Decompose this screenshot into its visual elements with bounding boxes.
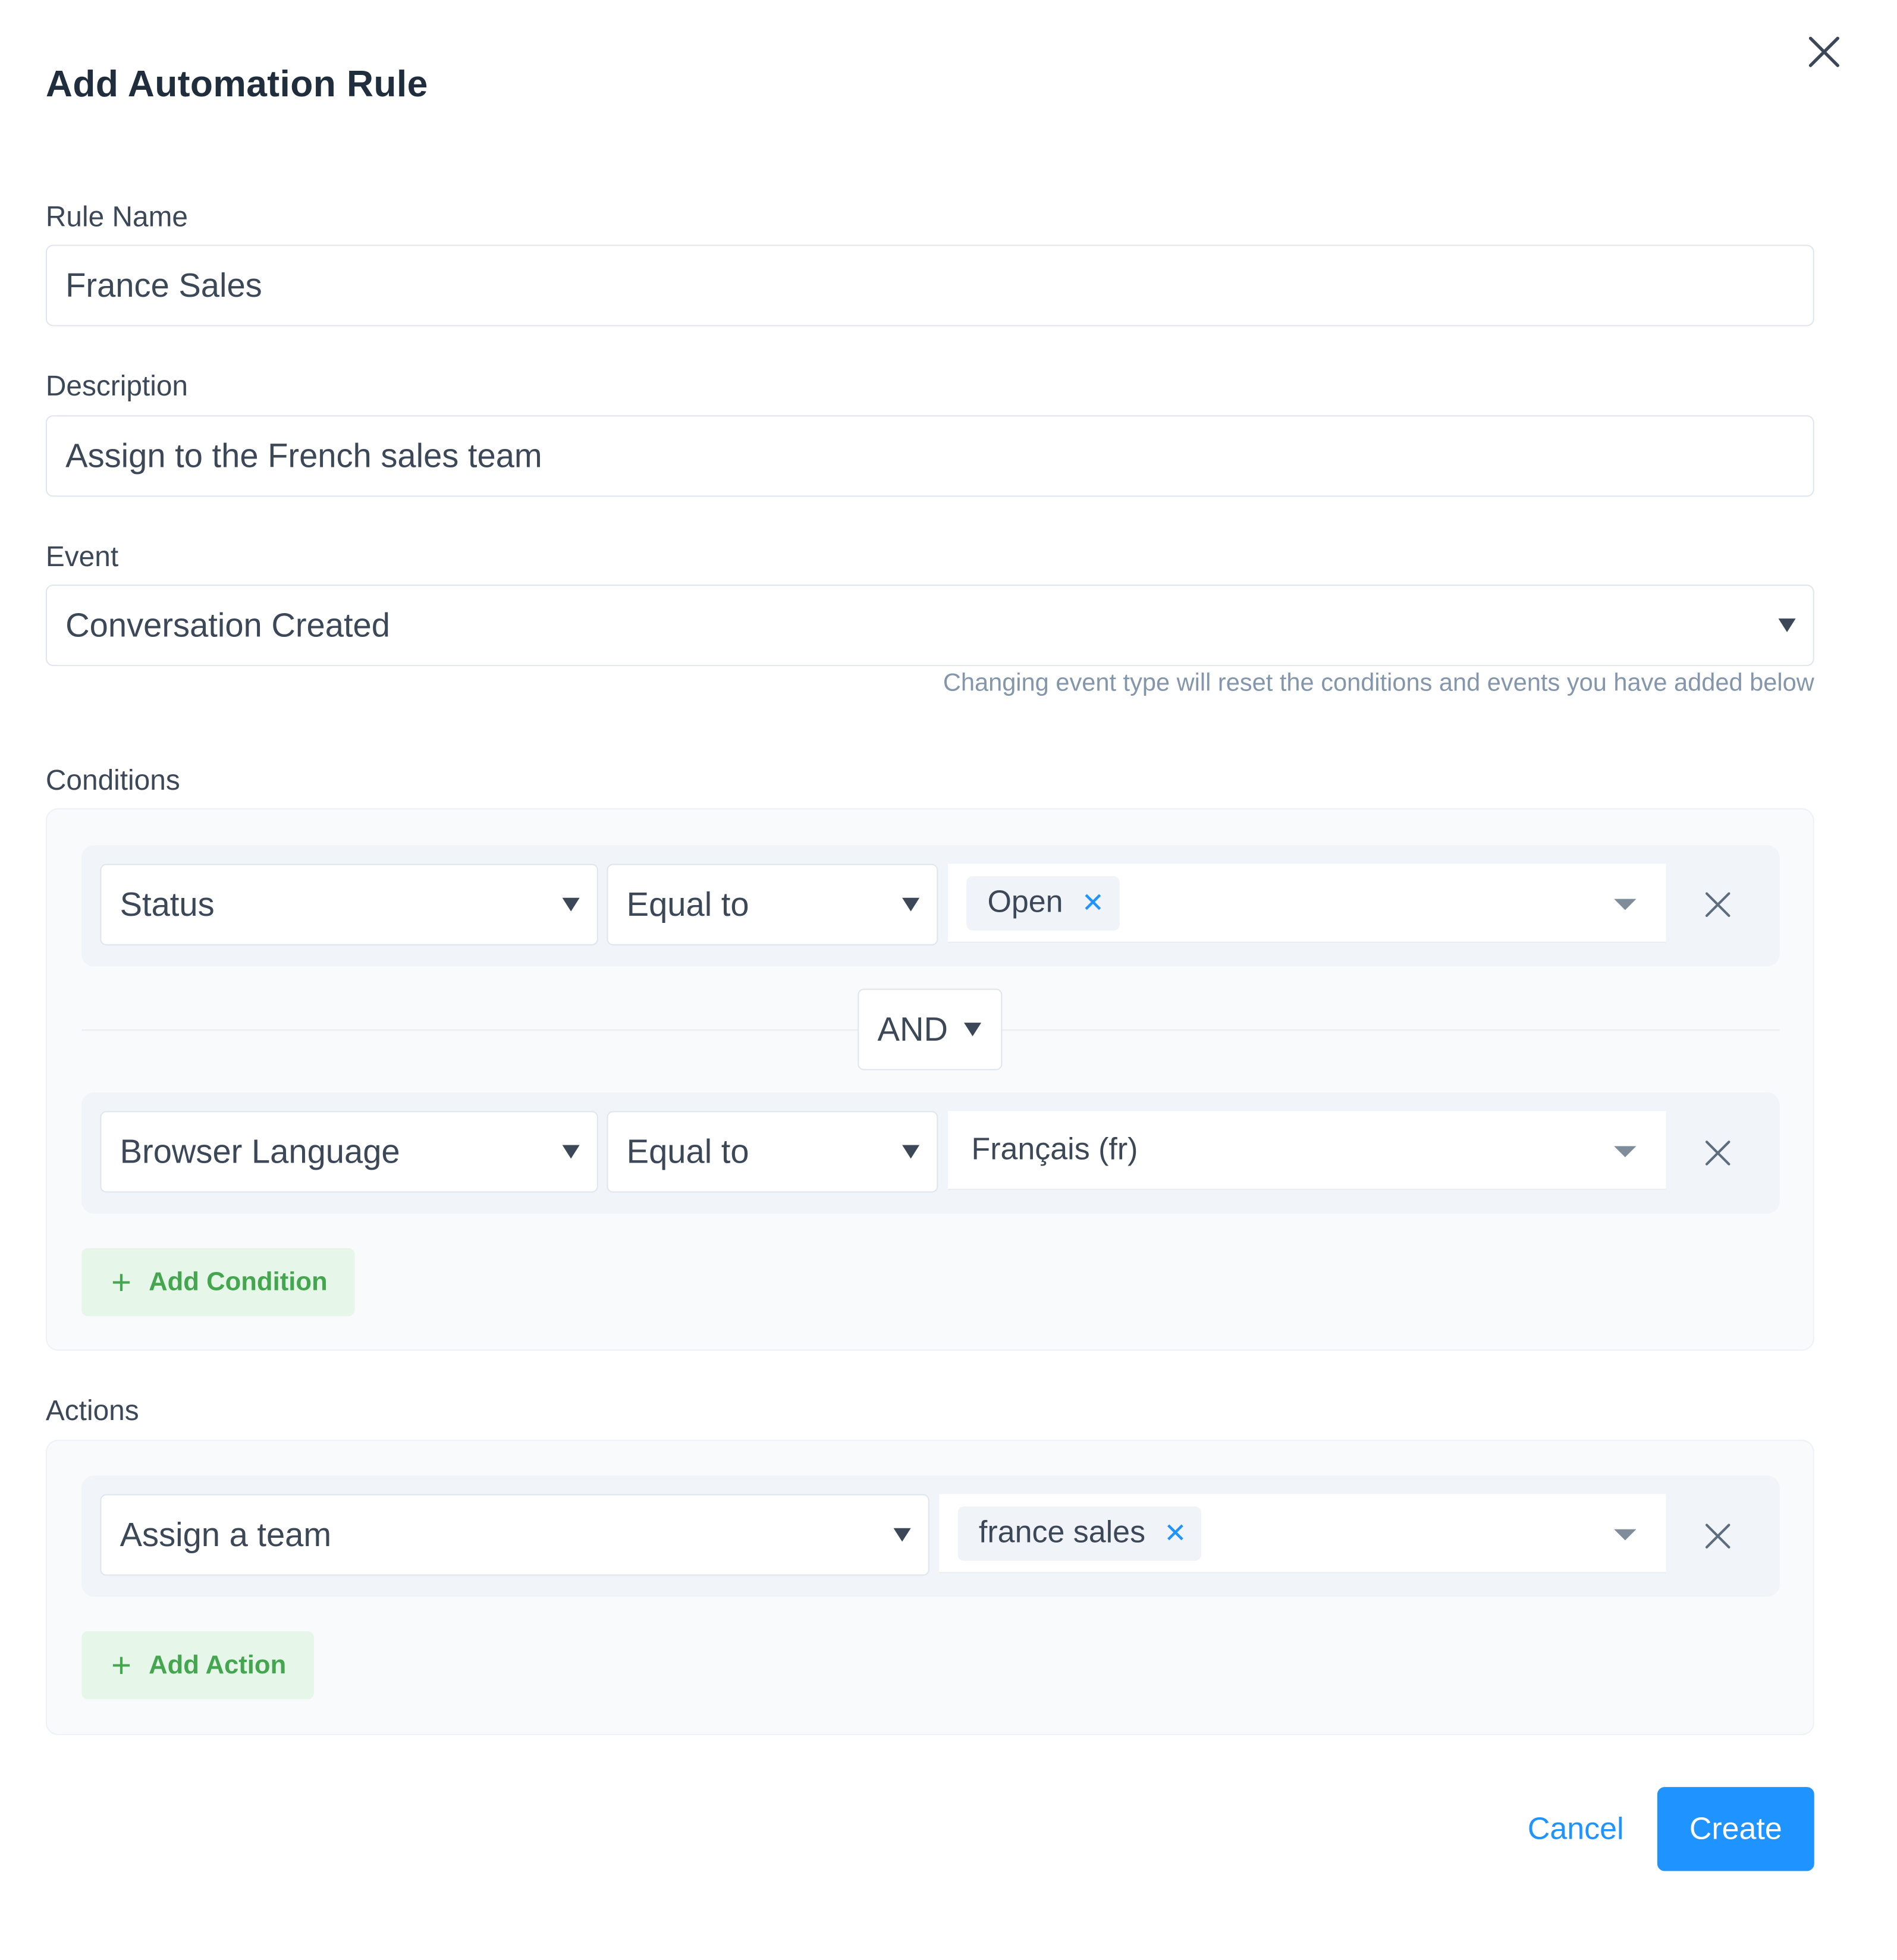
- description-label: Description: [45, 369, 188, 402]
- event-select-value: Conversation Created: [65, 606, 390, 643]
- caret-down-icon: [1614, 898, 1637, 910]
- caret-down-icon: [1614, 1528, 1637, 1540]
- caret-down-icon: [562, 897, 580, 912]
- add-action-label: Add Action: [149, 1650, 287, 1679]
- modal-title: Add Automation Rule: [45, 64, 428, 105]
- rule-name-label: Rule Name: [45, 200, 188, 233]
- caret-down-icon: [902, 897, 920, 912]
- action-type-value: Assign a team: [120, 1515, 332, 1553]
- condition-attribute-select[interactable]: Browser Language: [100, 1111, 598, 1193]
- condition-operator-select[interactable]: Equal to: [607, 863, 938, 946]
- tag-label: france sales: [978, 1515, 1146, 1550]
- event-label: Event: [45, 540, 119, 573]
- query-operator-select[interactable]: AND: [858, 988, 1003, 1070]
- caret-down-icon: [1778, 618, 1796, 632]
- action-value-multiselect[interactable]: france sales ✕: [939, 1494, 1666, 1573]
- cancel-button[interactable]: Cancel: [1507, 1788, 1644, 1870]
- caret-down-icon: [1614, 1145, 1637, 1157]
- event-select[interactable]: Conversation Created: [45, 584, 1814, 667]
- condition-value-select[interactable]: Français (fr): [947, 1111, 1666, 1191]
- close-icon[interactable]: [1803, 31, 1845, 73]
- tag-label: Open: [987, 884, 1063, 920]
- description-input[interactable]: [45, 415, 1814, 497]
- condition-attribute-value: Browser Language: [120, 1132, 400, 1170]
- caret-down-icon: [963, 1022, 982, 1036]
- create-button[interactable]: Create: [1657, 1787, 1814, 1871]
- plus-icon: +: [111, 1645, 132, 1684]
- add-action-button[interactable]: + Add Action: [81, 1631, 313, 1700]
- caret-down-icon: [562, 1145, 580, 1159]
- rule-name-input[interactable]: [45, 244, 1814, 326]
- condition-attribute-select[interactable]: Status: [100, 863, 598, 946]
- add-automation-rule-modal: Add Automation Rule Rule Name Descriptio…: [0, 0, 1897, 1960]
- caret-down-icon: [902, 1145, 920, 1159]
- condition-operator-value: Equal to: [626, 885, 749, 923]
- remove-condition-icon[interactable]: [1703, 1138, 1733, 1168]
- condition-operator-value: Equal to: [626, 1132, 749, 1170]
- condition-value: Français (fr): [971, 1132, 1138, 1167]
- tag-remove-icon[interactable]: ✕: [1164, 1517, 1186, 1549]
- conditions-label: Conditions: [45, 764, 180, 796]
- remove-condition-icon[interactable]: [1703, 890, 1733, 919]
- query-operator-value: AND: [877, 1010, 948, 1048]
- tag-remove-icon[interactable]: ✕: [1082, 887, 1104, 919]
- event-helper-text: Changing event type will reset the condi…: [943, 670, 1814, 698]
- condition-operator-select[interactable]: Equal to: [607, 1111, 938, 1193]
- action-type-select[interactable]: Assign a team: [100, 1494, 929, 1576]
- remove-action-icon[interactable]: [1703, 1521, 1733, 1551]
- caret-down-icon: [893, 1528, 911, 1542]
- selected-tag: Open ✕: [966, 875, 1120, 930]
- add-condition-button[interactable]: + Add Condition: [81, 1248, 355, 1317]
- selected-tag: france sales ✕: [957, 1506, 1202, 1560]
- plus-icon: +: [111, 1262, 132, 1301]
- add-condition-label: Add Condition: [149, 1267, 328, 1296]
- condition-attribute-value: Status: [120, 885, 215, 923]
- condition-value-multiselect[interactable]: Open ✕: [947, 863, 1666, 943]
- actions-label: Actions: [45, 1394, 139, 1427]
